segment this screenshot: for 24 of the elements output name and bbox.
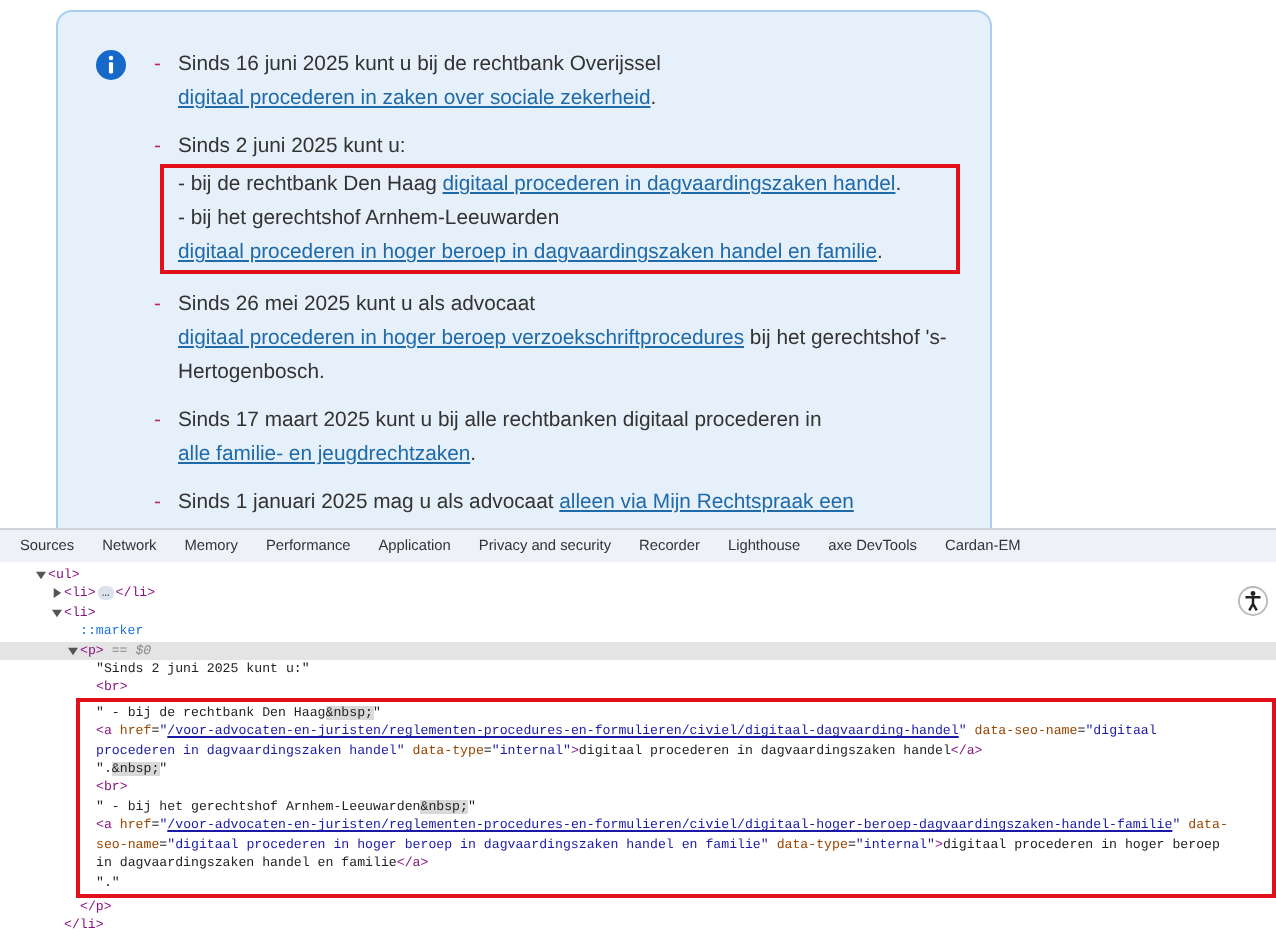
triangle-down-icon[interactable] bbox=[36, 570, 46, 580]
text-link[interactable]: digitaal procederen in hoger beroep in dagvaardingszaken handel en familie bbox=[178, 242, 877, 264]
list-bullet: - bbox=[154, 408, 163, 436]
list-bullet: - bbox=[154, 292, 163, 320]
notice-text: Sinds 16 juni 2025 kunt u bij de rechtbank Overijssel digitaal procederen in zaken over sociale zekerheid. bbox=[178, 52, 663, 114]
list-bullet: - bbox=[154, 134, 163, 162]
notice-text: Sinds 2 juni 2025 kunt u: bbox=[178, 134, 406, 162]
triangle-down-icon[interactable] bbox=[52, 607, 62, 618]
notice-text: - bij de rechtbank Den Haag digitaal procederen in dagvaardingszaken handel. bbox=[178, 172, 904, 200]
notice-text: Sinds 17 maart 2025 kunt u bij alle rechtbanken digitaal procederen in alle familie- en jeugdrechtzaken. bbox=[178, 408, 824, 470]
triangle-down-icon[interactable] bbox=[68, 645, 78, 656]
text-link[interactable]: digitaal procederen in hoger beroep verzoekschriftprocedures bbox=[178, 328, 745, 350]
notice-text: Sinds 1 januari 2025 mag u als advocaat alleen via Mijn Rechtspraak een bbox=[178, 490, 854, 518]
text-link[interactable]: alle familie- en jeugdrechtzaken bbox=[178, 444, 471, 466]
text-link[interactable]: digitaal procederen in zaken over sociale zekerheid bbox=[178, 88, 651, 110]
list-bullet: - bbox=[154, 52, 163, 80]
notice-text: Sinds 26 mei 2025 kunt u als advocaat digitaal procederen in hoger beroep verzoekschriftprocedures bij het gerechtshof 's-Hertogenbosch. bbox=[178, 292, 949, 388]
list-bullet: - bbox=[154, 490, 163, 518]
info-icon bbox=[96, 50, 126, 80]
accessibility-icon[interactable] bbox=[1238, 586, 1268, 616]
text-link[interactable]: alleen via Mijn Rechtspraak een bbox=[559, 492, 854, 514]
notice-text: - bij het gerechtshof Arnhem-Leeuwarden digitaal procederen in hoger beroep in dagvaardingszaken handel en familie. bbox=[178, 206, 885, 268]
text-link[interactable]: digitaal procederen in dagvaardingszaken handel bbox=[442, 174, 896, 196]
triangle-right-icon[interactable] bbox=[52, 588, 62, 599]
